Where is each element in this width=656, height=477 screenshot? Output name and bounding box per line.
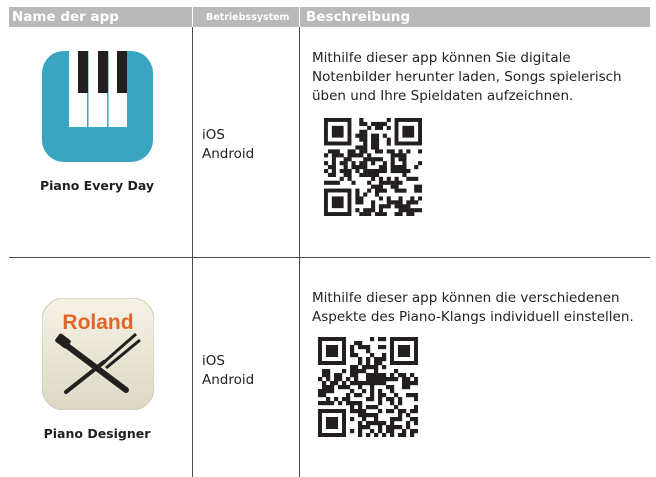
app-description: Mithilfe dieser app können Sie digitale …	[312, 50, 622, 104]
app-description: Mithilfe dieser app können die verschied…	[312, 290, 634, 325]
qr-code	[324, 118, 422, 216]
header-divider	[299, 7, 300, 27]
os-list: iOS Android	[202, 352, 254, 390]
column-divider-1	[192, 27, 193, 477]
app-name: Piano Designer	[43, 426, 151, 441]
os-ios: iOS	[202, 353, 225, 369]
icon-brand-text: Roland	[62, 311, 133, 334]
header-app-name: Name der app	[12, 9, 119, 25]
header-description: Beschreibung	[306, 9, 411, 25]
header-divider	[192, 7, 193, 27]
os-list: iOS Android	[202, 126, 254, 164]
app-name: Piano Every Day	[39, 178, 155, 193]
piano-keys-icon	[42, 51, 153, 162]
os-android: Android	[202, 146, 255, 162]
qr-code	[318, 337, 418, 437]
header-os: Betriebssystem	[206, 12, 290, 23]
table-header: Name der app Betriebssystem Beschreibung	[9, 7, 650, 27]
column-divider-2	[299, 27, 300, 477]
roland-tuning-tools-icon: Roland	[42, 298, 154, 410]
os-ios: iOS	[202, 127, 225, 143]
os-android: Android	[202, 372, 255, 388]
row-divider	[9, 257, 650, 258]
